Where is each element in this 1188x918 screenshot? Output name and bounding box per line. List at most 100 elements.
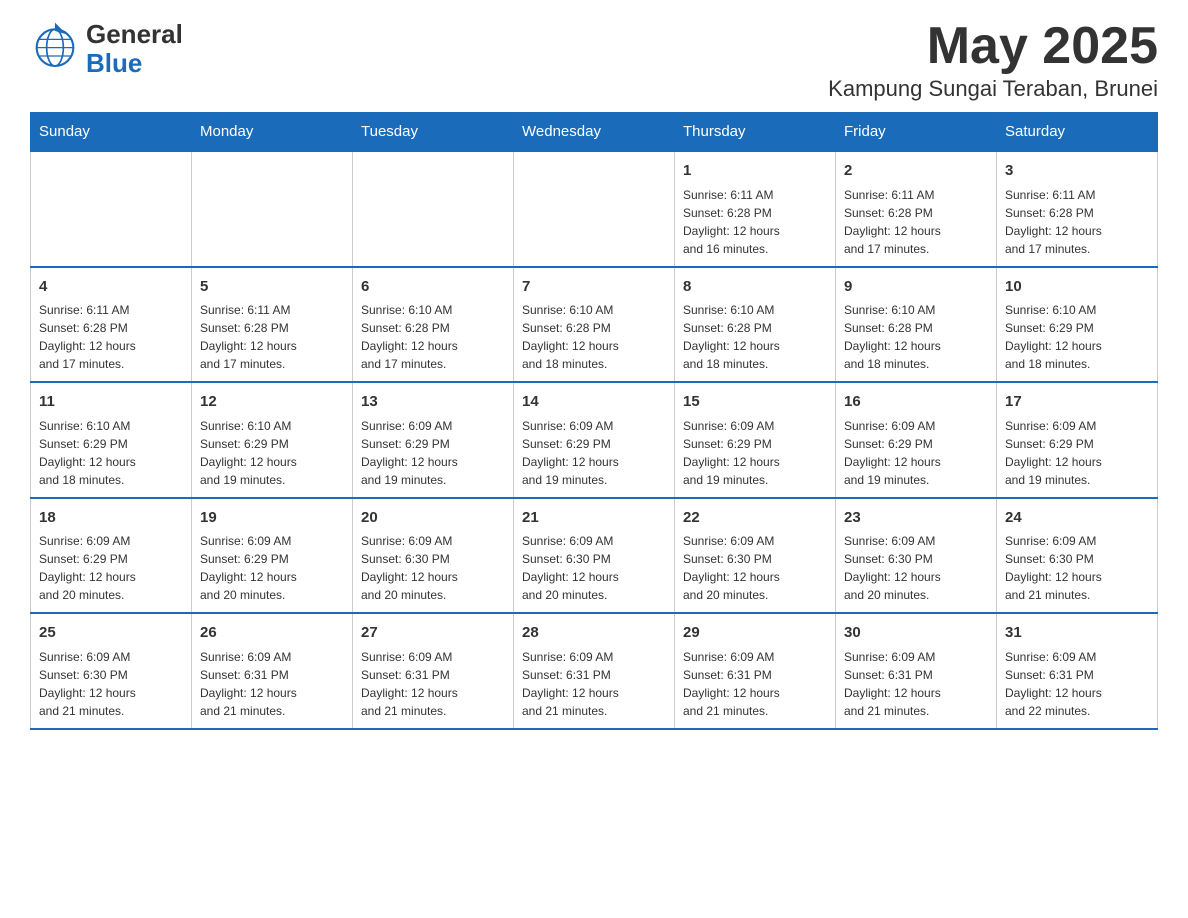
day-cell: 15Sunrise: 6:09 AM Sunset: 6:29 PM Dayli…: [675, 382, 836, 498]
sun-info: Sunrise: 6:10 AM Sunset: 6:29 PM Dayligh…: [200, 417, 344, 489]
day-number: 28: [522, 622, 666, 645]
day-number: 20: [361, 507, 505, 530]
week-row-2: 4Sunrise: 6:11 AM Sunset: 6:28 PM Daylig…: [31, 267, 1158, 383]
sun-info: Sunrise: 6:09 AM Sunset: 6:29 PM Dayligh…: [1005, 417, 1149, 489]
sun-info: Sunrise: 6:09 AM Sunset: 6:29 PM Dayligh…: [522, 417, 666, 489]
sun-info: Sunrise: 6:09 AM Sunset: 6:31 PM Dayligh…: [683, 648, 827, 720]
day-cell: [31, 151, 192, 267]
logo-icon: [30, 21, 80, 76]
day-number: 18: [39, 507, 183, 530]
sun-info: Sunrise: 6:09 AM Sunset: 6:31 PM Dayligh…: [1005, 648, 1149, 720]
day-number: 3: [1005, 160, 1149, 183]
sun-info: Sunrise: 6:10 AM Sunset: 6:28 PM Dayligh…: [844, 301, 988, 373]
sun-info: Sunrise: 6:10 AM Sunset: 6:28 PM Dayligh…: [683, 301, 827, 373]
week-row-5: 25 Sunrise: 6:09 AM Sunset: 6:30 PM Dayli…: [31, 613, 1158, 729]
day-number: 10: [1005, 276, 1149, 299]
title-section: May 2025 Kampung Sungai Teraban, Brunei: [828, 20, 1158, 102]
sun-info: Sunrise: 6:09 AM Sunset: 6:31 PM Dayligh…: [522, 648, 666, 720]
calendar-header-row: SundayMondayTuesdayWednesdayThursdayFrid…: [31, 113, 1158, 152]
day-cell: 16 Sunrise: 6:09 AM Sunset: 6:29 PM Dayli…: [836, 382, 997, 498]
sun-info: Sunrise: 6:09 AM Sunset: 6:30 PM Dayligh…: [361, 532, 505, 604]
sun-info: Sunrise: 6:09 AM Sunset: 6:29 PM Dayligh…: [844, 417, 988, 489]
day-cell: 31 Sunrise: 6:09 AM Sunset: 6:31 PM Dayli…: [997, 613, 1158, 729]
day-cell: 6Sunrise: 6:10 AM Sunset: 6:28 PM Daylig…: [353, 267, 514, 383]
day-number: 27: [361, 622, 505, 645]
day-number: 23: [844, 507, 988, 530]
day-number: 4: [39, 276, 183, 299]
day-number: 11: [39, 391, 183, 414]
day-number: 15: [683, 391, 827, 414]
sun-info: Sunrise: 6:09 AM Sunset: 6:30 PM Dayligh…: [1005, 532, 1149, 604]
day-cell: 21Sunrise: 6:09 AM Sunset: 6:30 PM Dayli…: [514, 498, 675, 614]
day-number: 30: [844, 622, 988, 645]
day-number: 9: [844, 276, 988, 299]
day-number: 5: [200, 276, 344, 299]
day-number: 1: [683, 160, 827, 183]
day-cell: [353, 151, 514, 267]
header-monday: Monday: [192, 113, 353, 152]
day-cell: 28 Sunrise: 6:09 AM Sunset: 6:31 PM Dayli…: [514, 613, 675, 729]
sun-info: Sunrise: 6:10 AM Sunset: 6:29 PM Dayligh…: [39, 417, 183, 489]
day-cell: 11 Sunrise: 6:10 AM Sunset: 6:29 PM Dayli…: [31, 382, 192, 498]
day-cell: 2 Sunrise: 6:11 AM Sunset: 6:28 PM Daylig…: [836, 151, 997, 267]
logo-name: General Blue: [86, 20, 183, 77]
day-cell: 18Sunrise: 6:09 AM Sunset: 6:29 PM Dayli…: [31, 498, 192, 614]
day-cell: 30 Sunrise: 6:09 AM Sunset: 6:31 PM Dayli…: [836, 613, 997, 729]
day-cell: 17 Sunrise: 6:09 AM Sunset: 6:29 PM Dayli…: [997, 382, 1158, 498]
day-number: 17: [1005, 391, 1149, 414]
day-cell: 23Sunrise: 6:09 AM Sunset: 6:30 PM Dayli…: [836, 498, 997, 614]
sun-info: Sunrise: 6:09 AM Sunset: 6:30 PM Dayligh…: [844, 532, 988, 604]
sun-info: Sunrise: 6:09 AM Sunset: 6:31 PM Dayligh…: [361, 648, 505, 720]
sun-info: Sunrise: 6:09 AM Sunset: 6:30 PM Dayligh…: [522, 532, 666, 604]
day-cell: [192, 151, 353, 267]
sun-info: Sunrise: 6:09 AM Sunset: 6:29 PM Dayligh…: [200, 532, 344, 604]
header-sunday: Sunday: [31, 113, 192, 152]
day-number: 22: [683, 507, 827, 530]
day-number: 25: [39, 622, 183, 645]
day-cell: 25 Sunrise: 6:09 AM Sunset: 6:30 PM Dayli…: [31, 613, 192, 729]
day-number: 16: [844, 391, 988, 414]
day-cell: 24Sunrise: 6:09 AM Sunset: 6:30 PM Dayli…: [997, 498, 1158, 614]
week-row-4: 18 Sunrise: 6:09 AM Sunset: 6:29 PM Dayli…: [31, 498, 1158, 614]
sun-info: Sunrise: 6:09 AM Sunset: 6:29 PM Dayligh…: [361, 417, 505, 489]
day-cell: 20Sunrise: 6:09 AM Sunset: 6:30 PM Dayli…: [353, 498, 514, 614]
day-number: 19: [200, 507, 344, 530]
day-number: 6: [361, 276, 505, 299]
day-cell: 9Sunrise: 6:10 AM Sunset: 6:28 PM Daylig…: [836, 267, 997, 383]
logo: General Blue: [30, 20, 183, 77]
day-cell: 22Sunrise: 6:09 AM Sunset: 6:30 PM Dayli…: [675, 498, 836, 614]
day-cell: 26 Sunrise: 6:09 AM Sunset: 6:31 PM Dayli…: [192, 613, 353, 729]
location-title: Kampung Sungai Teraban, Brunei: [828, 76, 1158, 102]
sun-info: Sunrise: 6:09 AM Sunset: 6:30 PM Dayligh…: [39, 648, 183, 720]
day-cell: 13 Sunrise: 6:09 AM Sunset: 6:29 PM Dayli…: [353, 382, 514, 498]
day-cell: 7Sunrise: 6:10 AM Sunset: 6:28 PM Daylig…: [514, 267, 675, 383]
day-cell: 10Sunrise: 6:10 AM Sunset: 6:29 PM Dayli…: [997, 267, 1158, 383]
day-number: 29: [683, 622, 827, 645]
day-cell: 29 Sunrise: 6:09 AM Sunset: 6:31 PM Dayli…: [675, 613, 836, 729]
sun-info: Sunrise: 6:10 AM Sunset: 6:29 PM Dayligh…: [1005, 301, 1149, 373]
logo-general-text: General: [86, 20, 183, 49]
day-number: 2: [844, 160, 988, 183]
sun-info: Sunrise: 6:10 AM Sunset: 6:28 PM Dayligh…: [522, 301, 666, 373]
sun-info: Sunrise: 6:11 AM Sunset: 6:28 PM Dayligh…: [200, 301, 344, 373]
day-cell: 12 Sunrise: 6:10 AM Sunset: 6:29 PM Dayli…: [192, 382, 353, 498]
day-number: 26: [200, 622, 344, 645]
header-saturday: Saturday: [997, 113, 1158, 152]
sun-info: Sunrise: 6:09 AM Sunset: 6:31 PM Dayligh…: [200, 648, 344, 720]
day-number: 24: [1005, 507, 1149, 530]
day-number: 14: [522, 391, 666, 414]
week-row-1: 1 Sunrise: 6:11 AM Sunset: 6:28 PM Daylig…: [31, 151, 1158, 267]
header-wednesday: Wednesday: [514, 113, 675, 152]
sun-info: Sunrise: 6:11 AM Sunset: 6:28 PM Dayligh…: [1005, 186, 1149, 258]
day-number: 31: [1005, 622, 1149, 645]
sun-info: Sunrise: 6:11 AM Sunset: 6:28 PM Dayligh…: [39, 301, 183, 373]
day-number: 13: [361, 391, 505, 414]
sun-info: Sunrise: 6:11 AM Sunset: 6:28 PM Dayligh…: [844, 186, 988, 258]
day-number: 12: [200, 391, 344, 414]
day-cell: 27 Sunrise: 6:09 AM Sunset: 6:31 PM Dayli…: [353, 613, 514, 729]
header-thursday: Thursday: [675, 113, 836, 152]
day-cell: 8Sunrise: 6:10 AM Sunset: 6:28 PM Daylig…: [675, 267, 836, 383]
day-cell: 3 Sunrise: 6:11 AM Sunset: 6:28 PM Daylig…: [997, 151, 1158, 267]
sun-info: Sunrise: 6:09 AM Sunset: 6:31 PM Dayligh…: [844, 648, 988, 720]
page-header: General Blue May 2025 Kampung Sungai Ter…: [30, 20, 1158, 102]
